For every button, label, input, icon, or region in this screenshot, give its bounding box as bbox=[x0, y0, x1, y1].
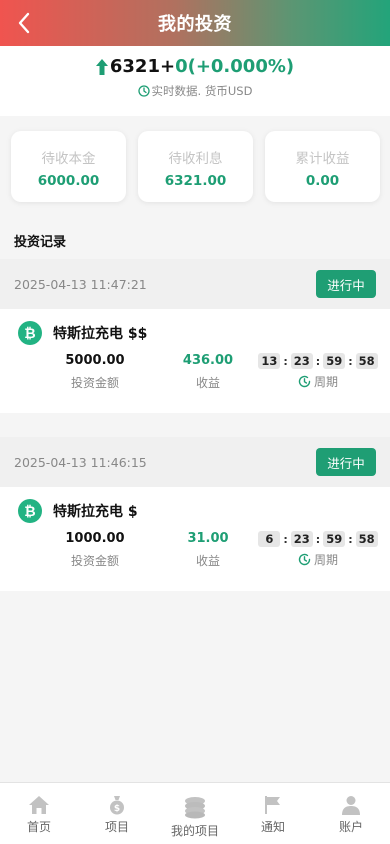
stat-value: 6321.00 bbox=[164, 173, 227, 189]
status-button[interactable]: 进行中 bbox=[316, 448, 376, 476]
clock-icon bbox=[298, 375, 311, 388]
record-header: 2025-04-13 11:47:21 进行中 bbox=[0, 259, 390, 309]
stat-label: 累计收益 bbox=[295, 151, 350, 167]
change-sign: + bbox=[159, 56, 176, 77]
timer-minutes: 59 bbox=[323, 531, 346, 547]
record-date: 2025-04-13 11:47:21 bbox=[14, 276, 147, 292]
cycle-label: 周期 bbox=[313, 375, 338, 389]
tab-account[interactable]: 账户 bbox=[312, 783, 390, 844]
portfolio-value: 6321 bbox=[109, 56, 160, 77]
tab-label: 我的项目 bbox=[170, 824, 219, 838]
user-icon bbox=[342, 796, 360, 815]
record-date: 2025-04-13 11:46:15 bbox=[14, 454, 147, 470]
record-header: 2025-04-13 11:46:15 进行中 bbox=[0, 437, 390, 487]
timer-hours: 23 bbox=[290, 353, 313, 369]
cycle-label-row: 周期 bbox=[263, 373, 373, 390]
timer-seconds: 58 bbox=[355, 531, 378, 547]
coin-icon: ₿ bbox=[18, 321, 42, 345]
svg-text:₿: ₿ bbox=[24, 326, 35, 341]
income-value: 436.00 bbox=[182, 353, 234, 368]
status-button[interactable]: 进行中 bbox=[316, 270, 376, 298]
tab-notifications[interactable]: 通知 bbox=[234, 783, 312, 844]
timer-seconds: 58 bbox=[355, 353, 378, 369]
product-name: 特斯拉充电 $$ bbox=[53, 326, 148, 342]
cycle-label: 周期 bbox=[313, 553, 338, 567]
tab-label: 通知 bbox=[260, 820, 285, 834]
page-title: 我的投资 bbox=[158, 14, 232, 35]
money-bag-icon: $ bbox=[110, 796, 124, 815]
income-value: 31.00 bbox=[187, 531, 229, 546]
income-label: 收益 bbox=[195, 554, 220, 568]
income-column: 31.00 收益 bbox=[168, 531, 248, 569]
stat-card-total-income: 累计收益 0.00 bbox=[265, 131, 380, 202]
section-title: 投资记录 bbox=[14, 235, 67, 250]
back-button[interactable] bbox=[8, 7, 40, 39]
amount-column: 5000.00 投资金额 bbox=[55, 353, 135, 391]
realtime-note-text: 实时数据. 货币USD bbox=[151, 84, 253, 98]
arrow-up-icon bbox=[95, 58, 108, 75]
tab-projects[interactable]: $ 项目 bbox=[78, 783, 156, 844]
cycle-label-row: 周期 bbox=[263, 551, 373, 568]
svg-text:$: $ bbox=[114, 804, 120, 814]
countdown-column: 13 : 23 : 59 : 58 周期 bbox=[258, 353, 378, 390]
tab-home[interactable]: 首页 bbox=[0, 783, 78, 844]
timer-hours: 23 bbox=[290, 531, 313, 547]
amount-value: 1000.00 bbox=[65, 531, 125, 546]
income-label: 收益 bbox=[195, 376, 220, 390]
clock-icon bbox=[298, 553, 311, 566]
coin-icon: ₿ bbox=[18, 499, 42, 523]
top-bar: 我的投资 bbox=[0, 0, 390, 46]
portfolio-summary: 6321 + 0(+0.000%) 实时数据. 货币USD bbox=[0, 46, 390, 116]
stat-label: 待收本金 bbox=[41, 151, 96, 167]
tab-label: 项目 bbox=[104, 820, 129, 834]
amount-column: 1000.00 投资金额 bbox=[55, 531, 135, 569]
portfolio-change: 0(+0.000%) bbox=[175, 56, 295, 77]
stat-value: 6000.00 bbox=[37, 173, 100, 189]
countdown-timer: 13 : 23 : 59 : 58 bbox=[258, 353, 378, 369]
tab-label: 首页 bbox=[26, 820, 51, 834]
countdown-column: 6 : 23 : 59 : 58 周期 bbox=[258, 531, 378, 568]
countdown-timer: 6 : 23 : 59 : 58 bbox=[258, 531, 378, 547]
amount-value: 5000.00 bbox=[65, 353, 125, 368]
tab-my-projects[interactable]: 我的项目 bbox=[156, 783, 234, 844]
svg-text:₿: ₿ bbox=[24, 504, 35, 519]
stat-value: 0.00 bbox=[305, 173, 340, 189]
chevron-left-icon bbox=[18, 12, 30, 34]
clock-icon bbox=[137, 85, 150, 97]
stat-label: 待收利息 bbox=[168, 151, 223, 167]
timer-minutes: 59 bbox=[323, 353, 346, 369]
flag-icon bbox=[265, 796, 280, 814]
portfolio-value-line: 6321 + 0(+0.000%) bbox=[0, 56, 390, 77]
stat-card-pending-principal: 待收本金 6000.00 bbox=[11, 131, 126, 202]
timer-days: 13 bbox=[258, 353, 281, 369]
home-icon bbox=[29, 796, 49, 814]
coins-stack-icon bbox=[185, 797, 205, 819]
product-name: 特斯拉充电 $ bbox=[53, 504, 138, 520]
amount-label: 投资金额 bbox=[70, 376, 119, 390]
amount-label: 投资金额 bbox=[70, 554, 119, 568]
tab-label: 账户 bbox=[338, 820, 363, 834]
record-card[interactable]: ₿ 特斯拉充电 $ 1000.00 投资金额 31.00 收益 6 : 23 :… bbox=[0, 487, 390, 591]
stat-card-pending-interest: 待收利息 6321.00 bbox=[138, 131, 253, 202]
record-card[interactable]: ₿ 特斯拉充电 $$ 5000.00 投资金额 436.00 收益 13 : 2… bbox=[0, 309, 390, 413]
bottom-tab-bar: 首页 $ 项目 我的项目 通知 账户 bbox=[0, 782, 390, 844]
stats-row: 待收本金 6000.00 待收利息 6321.00 累计收益 0.00 bbox=[0, 116, 390, 217]
income-column: 436.00 收益 bbox=[168, 353, 248, 391]
realtime-note: 实时数据. 货币USD bbox=[0, 83, 390, 99]
timer-days: 6 bbox=[258, 531, 281, 547]
